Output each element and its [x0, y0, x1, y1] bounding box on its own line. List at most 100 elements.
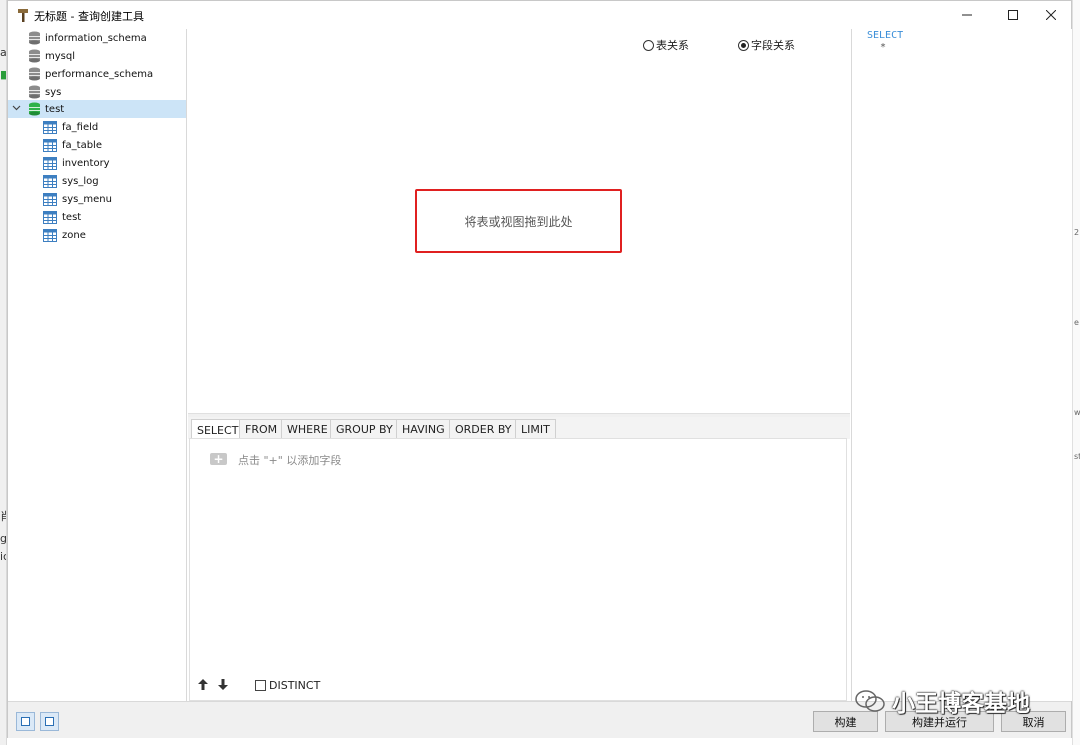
background-fragment: 肖	[0, 508, 6, 524]
table-icon	[43, 174, 57, 188]
tree-item-table[interactable]: inventory	[8, 154, 186, 172]
tree-item-label: fa_table	[62, 139, 102, 151]
hammer-icon	[18, 9, 28, 22]
toggle-left-panel-button[interactable]	[16, 712, 35, 731]
background-fragment: g	[0, 532, 7, 545]
radio-label: 字段关系	[751, 39, 795, 52]
database-active-icon	[29, 102, 40, 116]
tab-having[interactable]: HAVING	[396, 419, 451, 439]
tree-item-label: fa_field	[62, 121, 99, 133]
add-field-hint: 点击 "+" 以添加字段	[238, 454, 342, 467]
move-down-button[interactable]	[218, 679, 228, 693]
tab-label: SELECT	[197, 423, 239, 437]
tree-item-label: sys	[45, 86, 62, 98]
database-icon	[29, 31, 40, 45]
table-icon	[43, 228, 57, 242]
tree-item-table[interactable]: fa_field	[8, 118, 186, 136]
tree-item-table[interactable]: sys_log	[8, 172, 186, 190]
toggle-right-panel-button[interactable]	[40, 712, 59, 731]
radio-field-relation[interactable]: 字段关系	[738, 37, 795, 53]
radio-label: 表关系	[656, 39, 689, 52]
radio-table-relation[interactable]: 表关系	[643, 37, 689, 53]
tab-label: FROM	[245, 423, 278, 436]
drop-zone-hint[interactable]: 将表或视图拖到此处	[415, 189, 622, 253]
tree-item-table[interactable]: fa_table	[8, 136, 186, 154]
table-icon	[43, 138, 57, 152]
title-bar[interactable]: 无标题 - 查询创建工具	[8, 1, 1071, 29]
sql-star: *	[880, 42, 887, 53]
tab-where[interactable]: WHERE	[281, 419, 334, 439]
left-panel-icon	[21, 717, 30, 726]
tree-item-label: mysql	[45, 50, 75, 62]
window-title: 无标题 - 查询创建工具	[34, 10, 144, 23]
tab-label: WHERE	[287, 423, 328, 436]
close-button[interactable]	[1028, 1, 1074, 29]
tree-item-database[interactable]: mysql	[8, 47, 186, 65]
tree-item-label: sys_log	[62, 175, 99, 187]
background-fragment: ■	[0, 68, 6, 81]
tab-select[interactable]: SELECT	[191, 419, 245, 440]
tab-group-by[interactable]: GROUP BY	[330, 419, 399, 439]
radio-button[interactable]	[738, 39, 749, 51]
tree-item-database-test[interactable]: test	[8, 100, 186, 118]
tab-label: ORDER BY	[455, 423, 512, 436]
background-fragment: ic	[0, 550, 6, 563]
minimize-button[interactable]	[944, 1, 990, 29]
tree-item-label: zone	[62, 229, 86, 241]
tree-item-database[interactable]: performance_schema	[8, 65, 186, 83]
tree-item-label: performance_schema	[45, 68, 154, 80]
arrow-up-icon	[198, 679, 208, 690]
watermark: 小王博客基地	[854, 684, 1030, 718]
minimize-icon	[962, 14, 972, 16]
tree-item-label: information_schema	[45, 32, 147, 44]
background-fragment: w	[1074, 408, 1080, 417]
tree-item-table[interactable]: sys_menu	[8, 190, 186, 208]
tab-order-by[interactable]: ORDER BY	[449, 419, 518, 439]
close-icon	[1046, 10, 1056, 20]
background-app-left: a ■ 肖 g ic	[0, 0, 7, 745]
drop-hint-text: 将表或视图拖到此处	[464, 214, 573, 229]
tree-item-label: test	[45, 103, 65, 115]
background-app-right: 2 e w st	[1072, 0, 1080, 745]
tree-item-label: inventory	[62, 157, 110, 169]
distinct-label: DISTINCT	[269, 679, 321, 692]
table-icon	[43, 156, 57, 170]
background-fragment: 2	[1074, 228, 1080, 237]
checkbox-box[interactable]	[255, 680, 266, 691]
query-builder-window: 无标题 - 查询创建工具 information_schema mysql pe…	[7, 0, 1072, 738]
clause-tabs: SELECT FROM WHERE GROUP BY HAVING ORDER …	[188, 417, 850, 440]
tree-item-label: sys_menu	[62, 193, 112, 205]
table-icon	[43, 120, 57, 134]
tree-item-table[interactable]: zone	[8, 226, 186, 244]
watermark-text: 小王博客基地	[892, 691, 1030, 717]
radio-button[interactable]	[643, 39, 654, 51]
background-fragment: e	[1074, 318, 1079, 327]
design-canvas[interactable]: 表关系 字段关系 将表或视图拖到此处	[188, 29, 850, 413]
tab-label: LIMIT	[521, 423, 550, 436]
move-up-button[interactable]	[198, 679, 208, 693]
chevron-down-icon[interactable]	[12, 103, 21, 115]
tree-item-database[interactable]: sys	[8, 83, 186, 101]
tab-from[interactable]: FROM	[239, 419, 284, 439]
table-icon	[43, 210, 57, 224]
tree-item-label: test	[62, 211, 82, 223]
tree-item-table[interactable]: test	[8, 208, 186, 226]
background-fragment: st	[1074, 452, 1080, 461]
arrow-down-icon	[218, 679, 228, 690]
background-fragment: a	[0, 46, 7, 59]
right-panel-icon	[45, 717, 54, 726]
database-icon	[29, 49, 40, 63]
tab-limit[interactable]: LIMIT	[515, 419, 556, 439]
database-icon	[29, 85, 40, 99]
add-field-button[interactable]: +	[210, 453, 227, 465]
table-icon	[43, 192, 57, 206]
tab-label: GROUP BY	[336, 423, 393, 436]
clause-editor[interactable]: + 点击 "+" 以添加字段 DISTINCT	[189, 438, 847, 701]
sql-preview[interactable]: SELECT *	[851, 29, 1072, 701]
database-icon	[29, 67, 40, 81]
tab-label: HAVING	[402, 423, 445, 436]
distinct-checkbox[interactable]: DISTINCT	[255, 679, 320, 692]
object-tree[interactable]: information_schema mysql performance_sch…	[8, 29, 187, 701]
tree-item-database[interactable]: information_schema	[8, 29, 186, 47]
sql-keyword-select: SELECT	[867, 30, 904, 41]
